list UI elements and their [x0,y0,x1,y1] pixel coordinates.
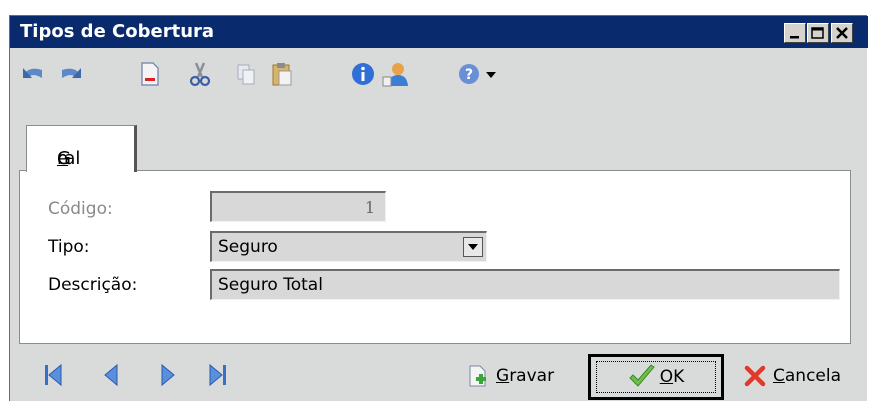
cancela-button[interactable]: Cancela [743,360,841,392]
user-icon[interactable] [381,60,409,88]
last-record-icon[interactable] [208,363,228,387]
paste-icon[interactable] [268,60,296,88]
save-icon [469,365,486,387]
maximize-button[interactable] [807,23,829,43]
minimize-icon [790,36,799,39]
window-title: Tipos de Cobertura [20,21,215,42]
checkmark-icon [629,364,655,387]
svg-text:?: ? [465,67,473,83]
dropdown-arrow-icon[interactable] [484,60,498,88]
tab-geral[interactable]: Ge ral [26,125,137,172]
maximize-icon [811,27,824,39]
tipo-select-value: Seguro [218,237,278,257]
title-bar: Tipos de Cobertura [10,16,868,48]
ok-button[interactable]: OK [588,354,724,400]
cancela-label: Cancela [773,366,842,386]
redo-icon[interactable] [56,60,84,88]
new-document-icon[interactable] [136,60,164,88]
codigo-field: 1 [210,191,386,222]
next-record-icon[interactable] [158,363,178,387]
help-icon[interactable]: ? [455,60,483,88]
first-record-icon[interactable] [43,363,63,387]
info-icon[interactable] [349,60,377,88]
form-panel: Código: 1 Tipo: Seguro Descrição: Seguro… [19,170,851,344]
descricao-field[interactable]: Seguro Total [210,269,840,300]
ok-focus-rect: OK [596,361,716,393]
close-icon [836,27,848,39]
cut-icon[interactable] [186,60,214,88]
gravar-button[interactable]: Gravar [466,360,554,392]
gravar-label: Gravar [496,366,555,386]
navigation-bar: Gravar OK Cancela [10,349,868,401]
tipo-select[interactable]: Seguro [210,231,487,262]
tipo-dropdown-button[interactable] [463,237,483,257]
tipo-label: Tipo: [48,237,90,257]
close-button[interactable] [831,23,853,43]
copy-icon[interactable] [232,60,260,88]
previous-record-icon[interactable] [101,363,121,387]
minimize-button[interactable] [784,23,806,43]
cancel-x-icon [744,365,766,387]
toolbar: ? [10,48,868,94]
codigo-label: Código: [48,199,113,219]
dialog-window: Tipos de Cobertura ? G e ral Código: 1 T… [9,15,868,401]
chevron-down-icon [468,244,478,250]
ok-label: OK [659,367,685,387]
descricao-label: Descrição: [48,275,138,295]
undo-icon[interactable] [20,60,48,88]
